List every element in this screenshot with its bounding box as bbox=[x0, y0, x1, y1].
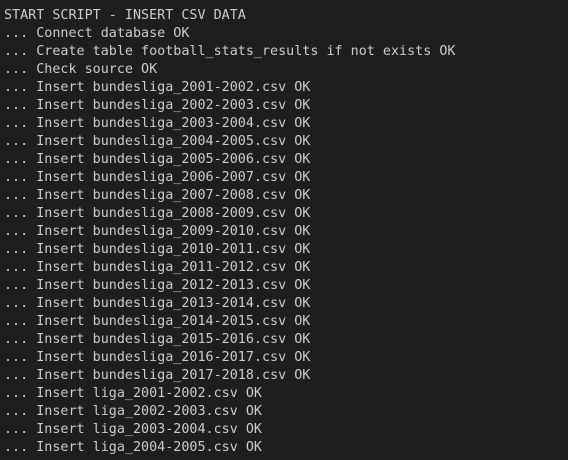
terminal-line: ... Insert bundesliga_2009-2010.csv OK bbox=[4, 224, 311, 239]
terminal-line: ... Insert bundesliga_2004-2005.csv OK bbox=[4, 134, 311, 149]
terminal-line: ... Insert bundesliga_2005-2006.csv OK bbox=[4, 152, 311, 167]
terminal-line: ... Insert bundesliga_2015-2016.csv OK bbox=[4, 332, 311, 347]
terminal-line: ... Insert liga_2004-2005.csv OK bbox=[4, 440, 262, 455]
terminal-line: ... Insert liga_2001-2002.csv OK bbox=[4, 386, 262, 401]
terminal-line: ... Connect database OK bbox=[4, 26, 190, 41]
terminal-line: ... Insert bundesliga_2010-2011.csv OK bbox=[4, 242, 311, 257]
terminal-line: ... Insert bundesliga_2002-2003.csv OK bbox=[4, 98, 311, 113]
terminal-line: ... Check source OK bbox=[4, 62, 158, 77]
terminal-line: ... Insert bundesliga_2017-2018.csv OK bbox=[4, 368, 311, 383]
terminal-line: ... Insert liga_2002-2003.csv OK bbox=[4, 404, 262, 419]
terminal-line: ... Insert bundesliga_2016-2017.csv OK bbox=[4, 350, 311, 365]
terminal-line: ... Insert bundesliga_2011-2012.csv OK bbox=[4, 260, 311, 275]
terminal-line: ... Create table football_stats_results … bbox=[4, 44, 456, 59]
terminal-line-title: START SCRIPT - INSERT CSV DATA bbox=[4, 8, 246, 23]
terminal-line: ... Insert bundesliga_2003-2004.csv OK bbox=[4, 116, 311, 131]
terminal-line: ... Insert bundesliga_2001-2002.csv OK bbox=[4, 80, 311, 95]
terminal-output: START SCRIPT - INSERT CSV DATA ... Conne… bbox=[0, 0, 568, 460]
terminal-line: ... Insert bundesliga_2013-2014.csv OK bbox=[4, 296, 311, 311]
terminal-line: ... Insert bundesliga_2012-2013.csv OK bbox=[4, 278, 311, 293]
terminal-line: ... Insert bundesliga_2007-2008.csv OK bbox=[4, 188, 311, 203]
terminal-line: ... Insert bundesliga_2006-2007.csv OK bbox=[4, 170, 311, 185]
terminal-line: ... Insert bundesliga_2014-2015.csv OK bbox=[4, 314, 311, 329]
terminal-line: ... Insert bundesliga_2008-2009.csv OK bbox=[4, 206, 311, 221]
terminal-line: ... Insert liga_2003-2004.csv OK bbox=[4, 422, 262, 437]
